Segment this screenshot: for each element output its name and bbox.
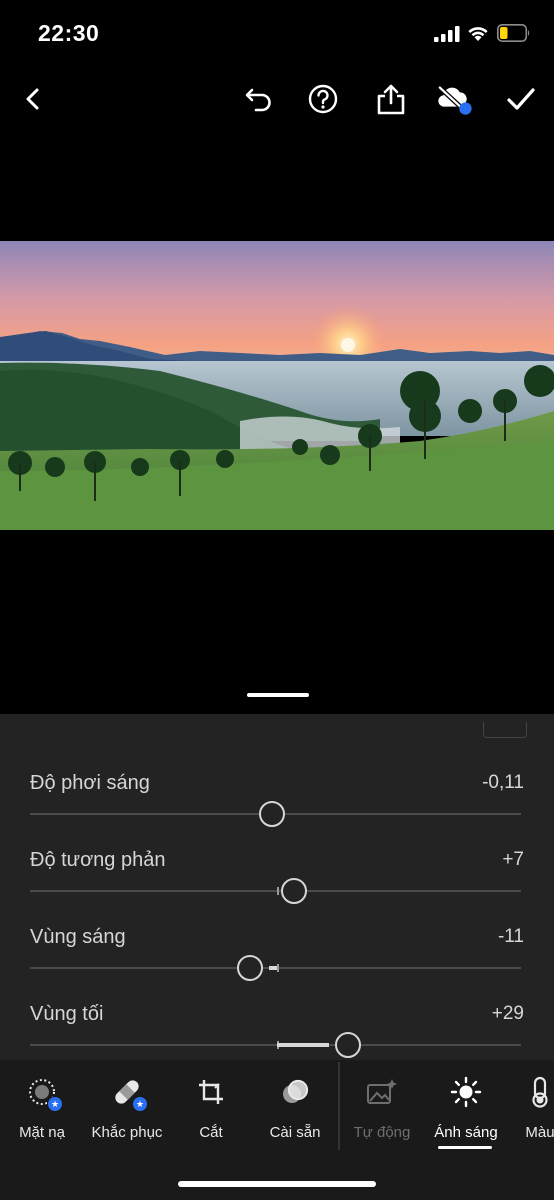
highlights-value[interactable]: -11 [498,926,524,948]
auto-icon [364,1074,400,1110]
highlights-fill [268,966,277,970]
contrast-thumb[interactable] [281,878,308,904]
cloud-off-icon [438,85,472,115]
contrast-label: Độ tương phản [30,849,166,871]
mask-icon: ★ [24,1074,63,1112]
contrast-slider-row: Độ tương phản +7 [30,849,524,919]
landscape-photo [0,241,554,530]
highlights-slider-row: Vùng sáng -11 [30,926,524,996]
light-icon [448,1074,484,1110]
drag-handle[interactable] [247,693,309,697]
contrast-value[interactable]: +7 [502,849,524,871]
contrast-center-mark [277,887,279,895]
tool-label: Mặt nạ [19,1124,65,1141]
shadows-thumb[interactable] [335,1032,362,1058]
share-button[interactable] [372,80,410,118]
tool-label: Khắc phục [91,1124,163,1141]
color-icon [522,1074,554,1110]
undo-button[interactable] [240,80,278,118]
tool-presets[interactable]: Cài sẵn [270,1074,320,1154]
shadows-value[interactable]: +29 [492,1003,524,1025]
exposure-thumb[interactable] [258,801,285,827]
checkmark-icon [507,88,535,110]
shadows-track[interactable] [30,1044,521,1046]
tool-label: Ánh sáng [434,1124,498,1141]
tool-bar: ★ Mặt nạ ★ Khắc phục Cắt Cài sẵn Tự động… [0,1060,554,1200]
tool-divider [338,1062,340,1150]
tool-crop[interactable]: Cắt [192,1074,230,1154]
shadows-slider-row: Vùng tối +29 [30,1003,524,1060]
cellular-signal-icon [434,26,460,42]
panel-tab[interactable] [483,722,527,738]
wifi-icon [468,27,488,41]
shadows-fill [277,1043,330,1047]
tool-healing[interactable]: ★ Khắc phục [90,1074,164,1154]
highlights-thumb[interactable] [236,955,263,981]
tool-auto[interactable]: Tự động [354,1074,410,1154]
highlights-center-mark [277,964,279,972]
active-tool-indicator [438,1146,492,1149]
share-icon [377,84,405,115]
home-indicator [178,1181,376,1187]
tool-label: Màu [525,1124,554,1141]
shadows-label: Vùng tối [30,1003,104,1025]
presets-icon [277,1074,313,1110]
exposure-slider-row: Độ phơi sáng -0,11 [30,772,524,842]
light-adjustment-panel: Độ phơi sáng -0,11 Độ tương phản +7 Vùng… [0,714,554,1060]
bandage-icon: ★ [109,1074,148,1112]
help-circle-icon [308,84,338,114]
cloud-sync-button[interactable] [436,80,474,118]
contrast-track[interactable] [30,890,521,892]
status-bar: 22:30 [0,0,554,70]
chevron-left-icon [26,88,39,110]
crop-icon [193,1074,229,1110]
exposure-value[interactable]: -0,11 [482,772,524,794]
tool-color[interactable]: Màu [520,1074,554,1154]
tool-light[interactable]: Ánh sáng [434,1074,498,1154]
tool-label: Cài sẵn [269,1124,321,1141]
exposure-label: Độ phơi sáng [30,772,150,794]
help-button[interactable] [304,80,342,118]
tool-mask[interactable]: ★ Mặt nạ [16,1074,68,1154]
battery-low-icon [497,24,530,42]
highlights-label: Vùng sáng [30,926,126,948]
premium-badge-icon: ★ [132,1096,148,1112]
tool-label: Cắt [199,1124,223,1141]
tool-label: Tự động [353,1124,411,1141]
confirm-button[interactable] [502,80,540,118]
edit-toolbar [0,76,554,122]
back-button[interactable] [14,80,52,118]
photo-preview[interactable] [0,241,554,530]
undo-icon [245,88,271,112]
status-time: 22:30 [38,20,100,46]
premium-badge-icon: ★ [47,1096,63,1112]
